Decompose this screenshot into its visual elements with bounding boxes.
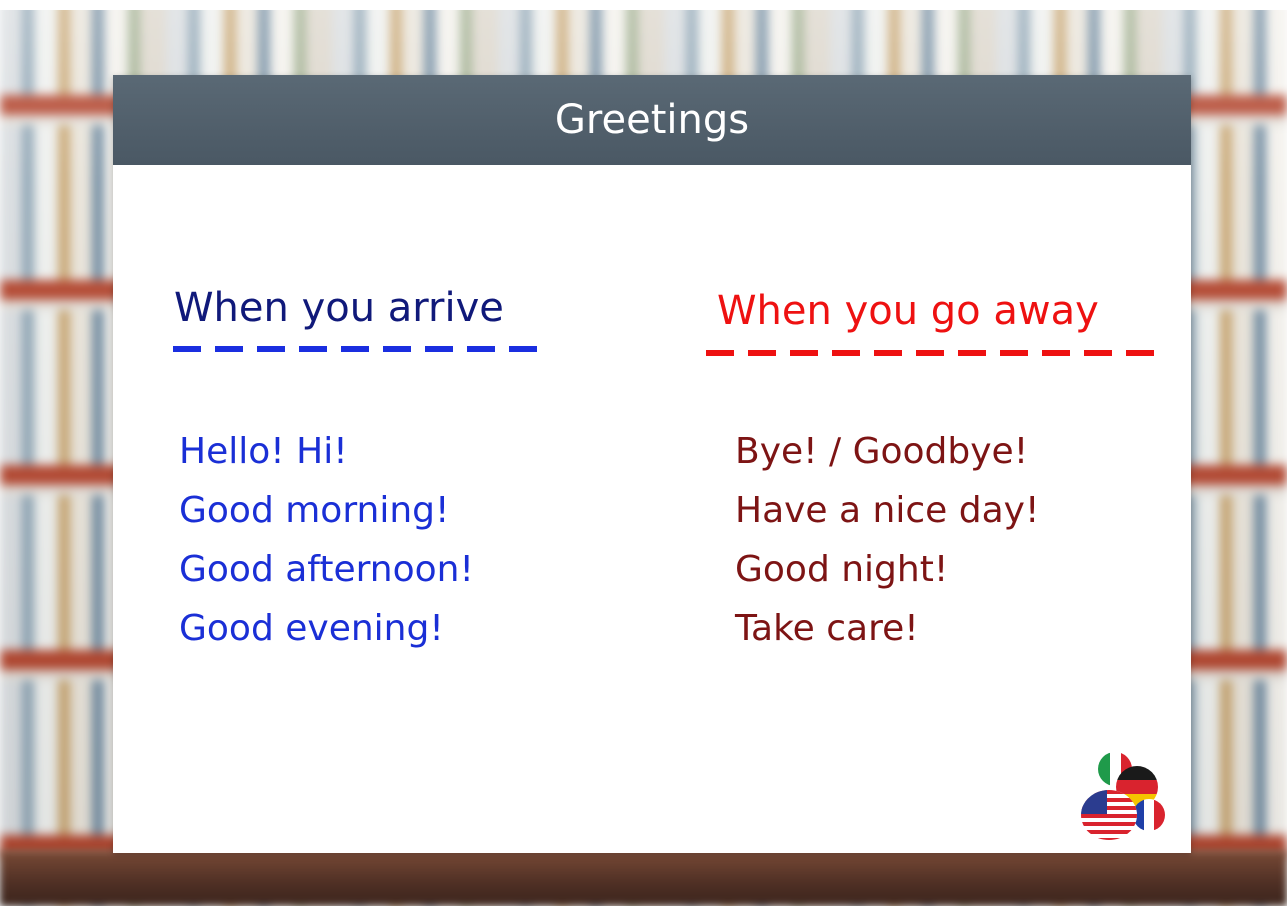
arrive-phrase: Good afternoon!: [179, 549, 474, 590]
usa-flag-icon: [1081, 790, 1137, 840]
arrive-phrase: Hello! Hi!: [179, 431, 348, 472]
language-flags-logo-icon: [1081, 752, 1165, 840]
go-away-phrase: Have a nice day!: [735, 490, 1040, 531]
arrive-phrase: Good morning!: [179, 490, 450, 531]
slide-header: Greetings: [113, 75, 1191, 165]
arrive-phrase: Good evening!: [179, 608, 444, 649]
go-away-phrase-list: Bye! / Goodbye! Have a nice day! Good ni…: [735, 422, 1039, 658]
slide-title: Greetings: [554, 97, 750, 143]
go-away-phrase: Take care!: [735, 608, 919, 649]
background-floor: [0, 850, 1287, 906]
arrive-dashed-underline: [173, 346, 551, 352]
go-away-phrase: Bye! / Goodbye!: [735, 431, 1029, 472]
go-away-phrase: Good night!: [735, 549, 949, 590]
arrive-phrase-list: Hello! Hi! Good morning! Good afternoon!…: [179, 422, 474, 658]
france-flag-icon: [1133, 799, 1165, 831]
slide-card: Greetings When you arrive When you go aw…: [113, 75, 1191, 853]
go-away-dashed-underline: [706, 350, 1162, 356]
go-away-heading: When you go away: [717, 288, 1099, 334]
background-top-strip: [0, 0, 1287, 10]
arrive-heading: When you arrive: [174, 285, 504, 331]
